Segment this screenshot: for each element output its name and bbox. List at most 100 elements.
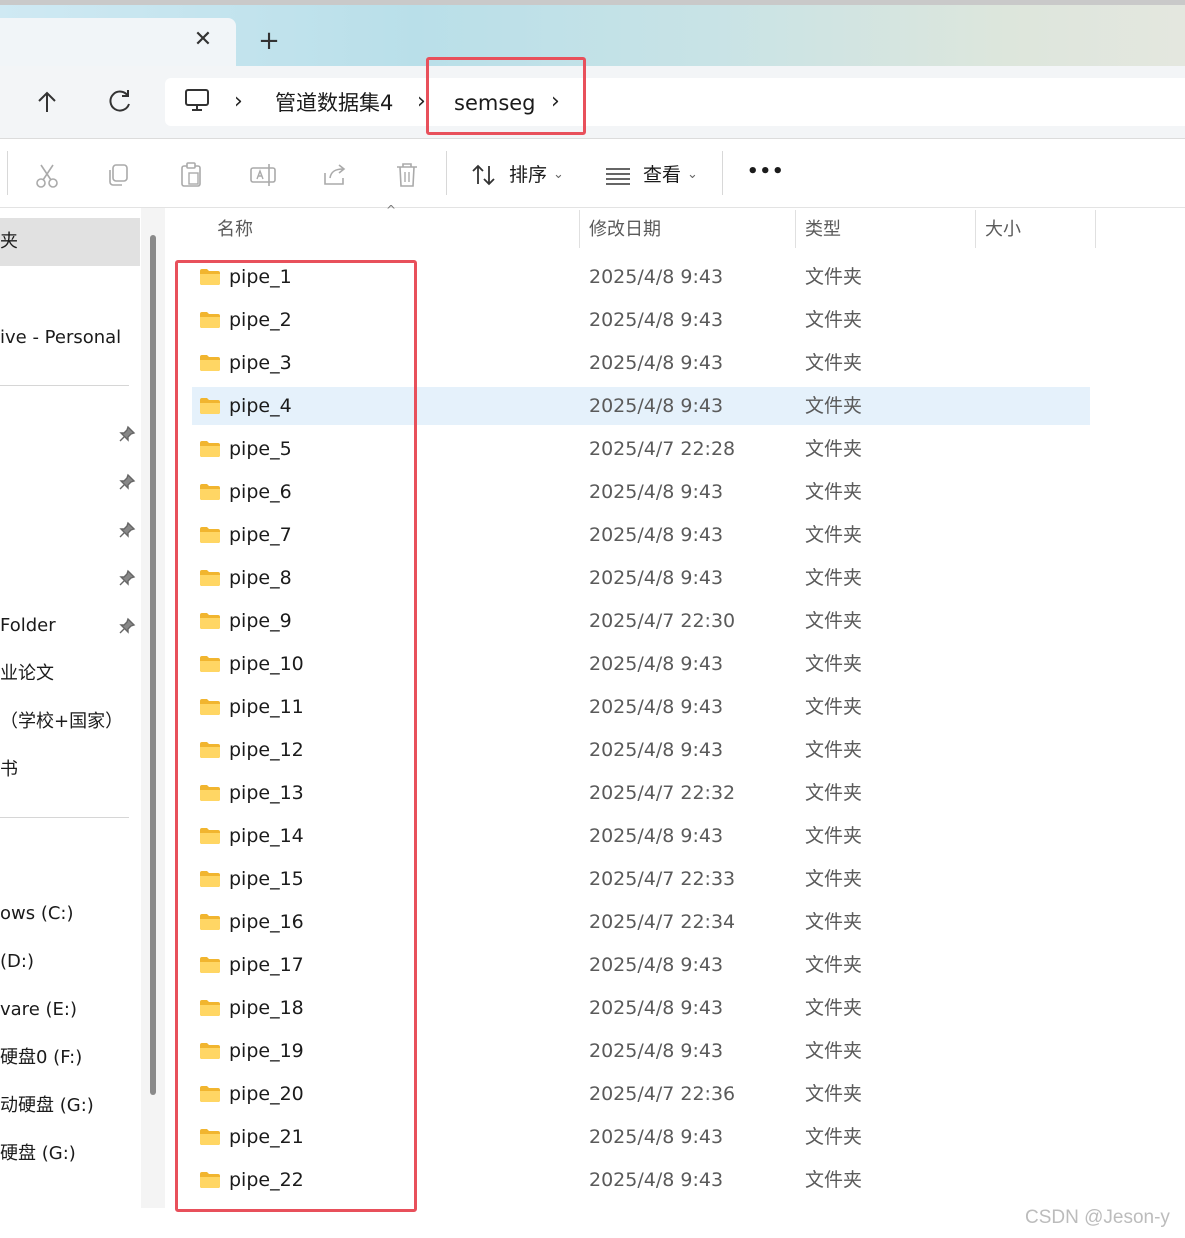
file-modified-date: 2025/4/8 9:43: [589, 567, 724, 589]
file-modified-date: 2025/4/8 9:43: [589, 1126, 724, 1148]
watermark: CSDN @Jeson-y: [1025, 1207, 1170, 1228]
column-header-type[interactable]: 类型: [805, 218, 841, 242]
pin-icon: [118, 425, 136, 443]
sidebar-item-label[interactable]: 硬盘 (G:): [0, 1142, 76, 1166]
sort-ascending-icon: ^: [386, 203, 397, 217]
file-type: 文件夹: [805, 1126, 863, 1148]
sidebar-scrollbar-thumb[interactable]: [150, 235, 156, 1095]
file-modified-date: 2025/4/8 9:43: [589, 481, 724, 503]
file-modified-date: 2025/4/7 22:32: [589, 782, 736, 804]
file-modified-date: 2025/4/8 9:43: [589, 395, 724, 417]
view-icon[interactable]: [600, 157, 636, 193]
file-type: 文件夹: [805, 997, 863, 1019]
view-button[interactable]: 查看: [643, 163, 681, 187]
column-divider[interactable]: [1095, 210, 1096, 248]
file-type: 文件夹: [805, 309, 863, 331]
column-header-size[interactable]: 大小: [985, 218, 1021, 242]
file-modified-date: 2025/4/8 9:43: [589, 266, 724, 288]
sidebar-item-label[interactable]: vare (E:): [0, 998, 77, 1022]
file-type: 文件夹: [805, 954, 863, 976]
file-type: 文件夹: [805, 567, 863, 589]
file-type: 文件夹: [805, 911, 863, 933]
sidebar-item-selected[interactable]: [0, 218, 140, 266]
sidebar-item-label[interactable]: （学校+国家）: [0, 710, 123, 734]
chevron-down-icon[interactable]: ⌄: [553, 167, 564, 182]
pin-icon: [118, 617, 136, 635]
file-type: 文件夹: [805, 395, 863, 417]
arrow-up-icon[interactable]: [27, 82, 67, 122]
file-type: 文件夹: [805, 610, 863, 632]
sidebar-item-label[interactable]: (D:): [0, 950, 34, 974]
divider: [0, 385, 129, 386]
this-pc-icon[interactable]: [184, 88, 210, 112]
file-modified-date: 2025/4/8 9:43: [589, 997, 724, 1019]
sidebar-item-label[interactable]: ive - Personal: [0, 326, 121, 350]
file-type: 文件夹: [805, 739, 863, 761]
file-type: 文件夹: [805, 696, 863, 718]
column-header-bar: [165, 208, 1185, 252]
file-type: 文件夹: [805, 1169, 863, 1191]
chevron-right-icon[interactable]: ›: [417, 90, 426, 114]
paste-icon[interactable]: [173, 157, 209, 193]
column-divider[interactable]: [579, 210, 580, 248]
file-type: 文件夹: [805, 438, 863, 460]
file-modified-date: 2025/4/7 22:30: [589, 610, 736, 632]
file-modified-date: 2025/4/8 9:43: [589, 1040, 724, 1062]
file-modified-date: 2025/4/7 22:33: [589, 868, 736, 890]
delete-icon[interactable]: [389, 157, 425, 193]
file-modified-date: 2025/4/7 22:28: [589, 438, 736, 460]
sidebar-item-label[interactable]: 业论文: [0, 662, 54, 686]
file-modified-date: 2025/4/8 9:43: [589, 352, 724, 374]
more-options-button[interactable]: •••: [747, 160, 785, 184]
pin-icon: [118, 473, 136, 491]
sidebar-item-label[interactable]: Folder: [0, 614, 56, 638]
annotation-highlight-names: [175, 260, 417, 1212]
new-tab-button[interactable]: +: [255, 27, 283, 55]
file-type: 文件夹: [805, 524, 863, 546]
chevron-down-icon[interactable]: ⌄: [687, 167, 698, 182]
file-modified-date: 2025/4/8 9:43: [589, 309, 724, 331]
divider: [722, 151, 723, 195]
pin-icon: [118, 521, 136, 539]
sidebar-item-label[interactable]: 硬盘0 (F:): [0, 1046, 82, 1070]
file-modified-date: 2025/4/8 9:43: [589, 954, 724, 976]
sort-icon[interactable]: [466, 157, 502, 193]
file-type: 文件夹: [805, 653, 863, 675]
copy-icon[interactable]: [101, 157, 137, 193]
pin-icon: [118, 569, 136, 587]
divider: [0, 817, 129, 818]
file-modified-date: 2025/4/8 9:43: [589, 739, 724, 761]
file-modified-date: 2025/4/8 9:43: [589, 653, 724, 675]
file-modified-date: 2025/4/7 22:36: [589, 1083, 736, 1105]
file-modified-date: 2025/4/8 9:43: [589, 696, 724, 718]
sidebar-item-label[interactable]: 书: [0, 758, 18, 782]
column-divider[interactable]: [795, 210, 796, 248]
column-header-modified[interactable]: 修改日期: [589, 218, 661, 242]
file-modified-date: 2025/4/8 9:43: [589, 825, 724, 847]
divider: [7, 151, 8, 195]
divider: [446, 151, 447, 195]
file-type: 文件夹: [805, 1040, 863, 1062]
sort-button[interactable]: 排序: [509, 163, 547, 187]
file-type: 文件夹: [805, 481, 863, 503]
file-type: 文件夹: [805, 1083, 863, 1105]
chevron-right-icon[interactable]: ›: [234, 90, 243, 114]
file-modified-date: 2025/4/8 9:43: [589, 1169, 724, 1191]
rename-icon[interactable]: [245, 157, 281, 193]
file-type: 文件夹: [805, 266, 863, 288]
share-icon[interactable]: [317, 157, 353, 193]
cut-icon[interactable]: [29, 157, 65, 193]
refresh-icon[interactable]: [100, 82, 140, 122]
sidebar-item-label[interactable]: ows (C:): [0, 902, 74, 926]
column-divider[interactable]: [975, 210, 976, 248]
annotation-highlight-breadcrumb: [426, 57, 586, 135]
file-modified-date: 2025/4/8 9:43: [589, 524, 724, 546]
breadcrumb-item[interactable]: 管道数据集4: [275, 91, 393, 115]
file-type: 文件夹: [805, 782, 863, 804]
column-header-name[interactable]: 名称: [217, 218, 253, 242]
file-modified-date: 2025/4/7 22:34: [589, 911, 736, 933]
sidebar-item-label[interactable]: 动硬盘 (G:): [0, 1094, 94, 1118]
close-tab-icon[interactable]: ✕: [190, 27, 216, 53]
file-type: 文件夹: [805, 868, 863, 890]
sidebar-item-label[interactable]: 夹: [0, 230, 18, 254]
